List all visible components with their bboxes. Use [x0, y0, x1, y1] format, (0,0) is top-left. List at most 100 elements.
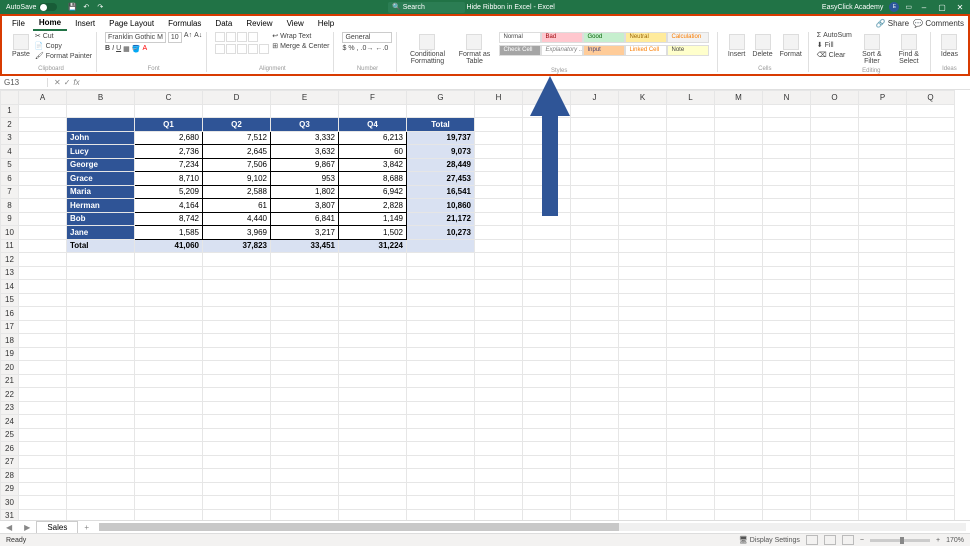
cell-L11[interactable]	[667, 239, 715, 253]
cell-J18[interactable]	[571, 334, 619, 348]
cell-E29[interactable]	[271, 482, 339, 496]
cell-E3[interactable]: 3,332	[271, 131, 339, 145]
cell-K25[interactable]	[619, 428, 667, 442]
cell-N5[interactable]	[763, 158, 811, 172]
column-header-L[interactable]: L	[667, 91, 715, 105]
cell-E18[interactable]	[271, 334, 339, 348]
cell-P25[interactable]	[859, 428, 907, 442]
cell-D14[interactable]	[203, 280, 271, 294]
cell-C31[interactable]	[135, 509, 203, 520]
cell-A10[interactable]	[19, 226, 67, 240]
cell-C15[interactable]	[135, 293, 203, 307]
column-header-A[interactable]: A	[19, 91, 67, 105]
cell-C23[interactable]	[135, 401, 203, 415]
cell-J29[interactable]	[571, 482, 619, 496]
cell-F19[interactable]	[339, 347, 407, 361]
cell-B16[interactable]	[67, 307, 135, 321]
row-header-11[interactable]: 11	[1, 239, 19, 253]
worksheet-area[interactable]: ABCDEFGHIJKLMNOPQ12Q1Q2Q3Q4Total3John2,6…	[0, 90, 970, 520]
column-header-F[interactable]: F	[339, 91, 407, 105]
row-header-15[interactable]: 15	[1, 293, 19, 307]
cell-J19[interactable]	[571, 347, 619, 361]
cell-H15[interactable]	[475, 293, 523, 307]
cell-A2[interactable]	[19, 118, 67, 132]
cell-N24[interactable]	[763, 415, 811, 429]
cell-Q1[interactable]	[907, 104, 955, 118]
style-normal[interactable]: Normal	[499, 32, 541, 43]
orientation-icon[interactable]	[248, 32, 258, 42]
search-box[interactable]: 🔍 Search	[388, 2, 465, 13]
page-break-view-icon[interactable]	[842, 535, 854, 545]
cell-P18[interactable]	[859, 334, 907, 348]
cell-C3[interactable]: 2,680	[135, 131, 203, 145]
cell-G5[interactable]: 28,449	[407, 158, 475, 172]
cell-F18[interactable]	[339, 334, 407, 348]
cell-M25[interactable]	[715, 428, 763, 442]
cell-F4[interactable]: 60	[339, 145, 407, 159]
cell-J2[interactable]	[571, 118, 619, 132]
cell-N22[interactable]	[763, 388, 811, 402]
cell-L2[interactable]	[667, 118, 715, 132]
cell-O4[interactable]	[811, 145, 859, 159]
cell-K9[interactable]	[619, 212, 667, 226]
cell-M8[interactable]	[715, 199, 763, 213]
cell-G13[interactable]	[407, 266, 475, 280]
cell-Q21[interactable]	[907, 374, 955, 388]
cell-K6[interactable]	[619, 172, 667, 186]
cell-L1[interactable]	[667, 104, 715, 118]
cell-D25[interactable]	[203, 428, 271, 442]
cell-K10[interactable]	[619, 226, 667, 240]
cell-D11[interactable]: 37,823	[203, 239, 271, 253]
align-right-icon[interactable]	[237, 44, 247, 54]
cell-F26[interactable]	[339, 442, 407, 456]
cell-D20[interactable]	[203, 361, 271, 375]
cell-P21[interactable]	[859, 374, 907, 388]
cell-C27[interactable]	[135, 455, 203, 469]
cell-P22[interactable]	[859, 388, 907, 402]
cell-Q8[interactable]	[907, 199, 955, 213]
cell-H24[interactable]	[475, 415, 523, 429]
cell-O17[interactable]	[811, 320, 859, 334]
cell-I26[interactable]	[523, 442, 571, 456]
cell-D2[interactable]: Q2	[203, 118, 271, 132]
cell-J11[interactable]	[571, 239, 619, 253]
cell-C7[interactable]: 5,209	[135, 185, 203, 199]
cell-M29[interactable]	[715, 482, 763, 496]
column-header-E[interactable]: E	[271, 91, 339, 105]
cell-Q30[interactable]	[907, 496, 955, 510]
decrease-font-icon[interactable]: A↓	[194, 32, 202, 43]
cell-L13[interactable]	[667, 266, 715, 280]
cell-F15[interactable]	[339, 293, 407, 307]
cell-F12[interactable]	[339, 253, 407, 267]
tab-insert[interactable]: Insert	[69, 17, 101, 30]
undo-icon[interactable]: ↶	[81, 2, 91, 12]
cell-K19[interactable]	[619, 347, 667, 361]
cell-F20[interactable]	[339, 361, 407, 375]
cell-H16[interactable]	[475, 307, 523, 321]
cell-C21[interactable]	[135, 374, 203, 388]
cell-D30[interactable]	[203, 496, 271, 510]
save-icon[interactable]: 💾	[67, 2, 77, 12]
cell-D5[interactable]: 7,506	[203, 158, 271, 172]
cell-O14[interactable]	[811, 280, 859, 294]
tab-view[interactable]: View	[281, 17, 310, 30]
cell-H5[interactable]	[475, 158, 523, 172]
cell-G15[interactable]	[407, 293, 475, 307]
cell-C9[interactable]: 8,742	[135, 212, 203, 226]
cell-C4[interactable]: 2,736	[135, 145, 203, 159]
cell-K2[interactable]	[619, 118, 667, 132]
cell-E26[interactable]	[271, 442, 339, 456]
cell-C28[interactable]	[135, 469, 203, 483]
cell-L23[interactable]	[667, 401, 715, 415]
cell-D27[interactable]	[203, 455, 271, 469]
cell-G9[interactable]: 21,172	[407, 212, 475, 226]
cell-O22[interactable]	[811, 388, 859, 402]
format-cells-button[interactable]: Format	[778, 32, 804, 60]
cell-C19[interactable]	[135, 347, 203, 361]
percent-format-icon[interactable]: %	[348, 45, 354, 52]
cut-button[interactable]: ✂ Cut	[35, 32, 92, 40]
conditional-formatting-button[interactable]: Conditional Formatting	[405, 32, 449, 67]
indent-decrease-icon[interactable]	[248, 44, 258, 54]
cell-A26[interactable]	[19, 442, 67, 456]
row-header-31[interactable]: 31	[1, 509, 19, 520]
